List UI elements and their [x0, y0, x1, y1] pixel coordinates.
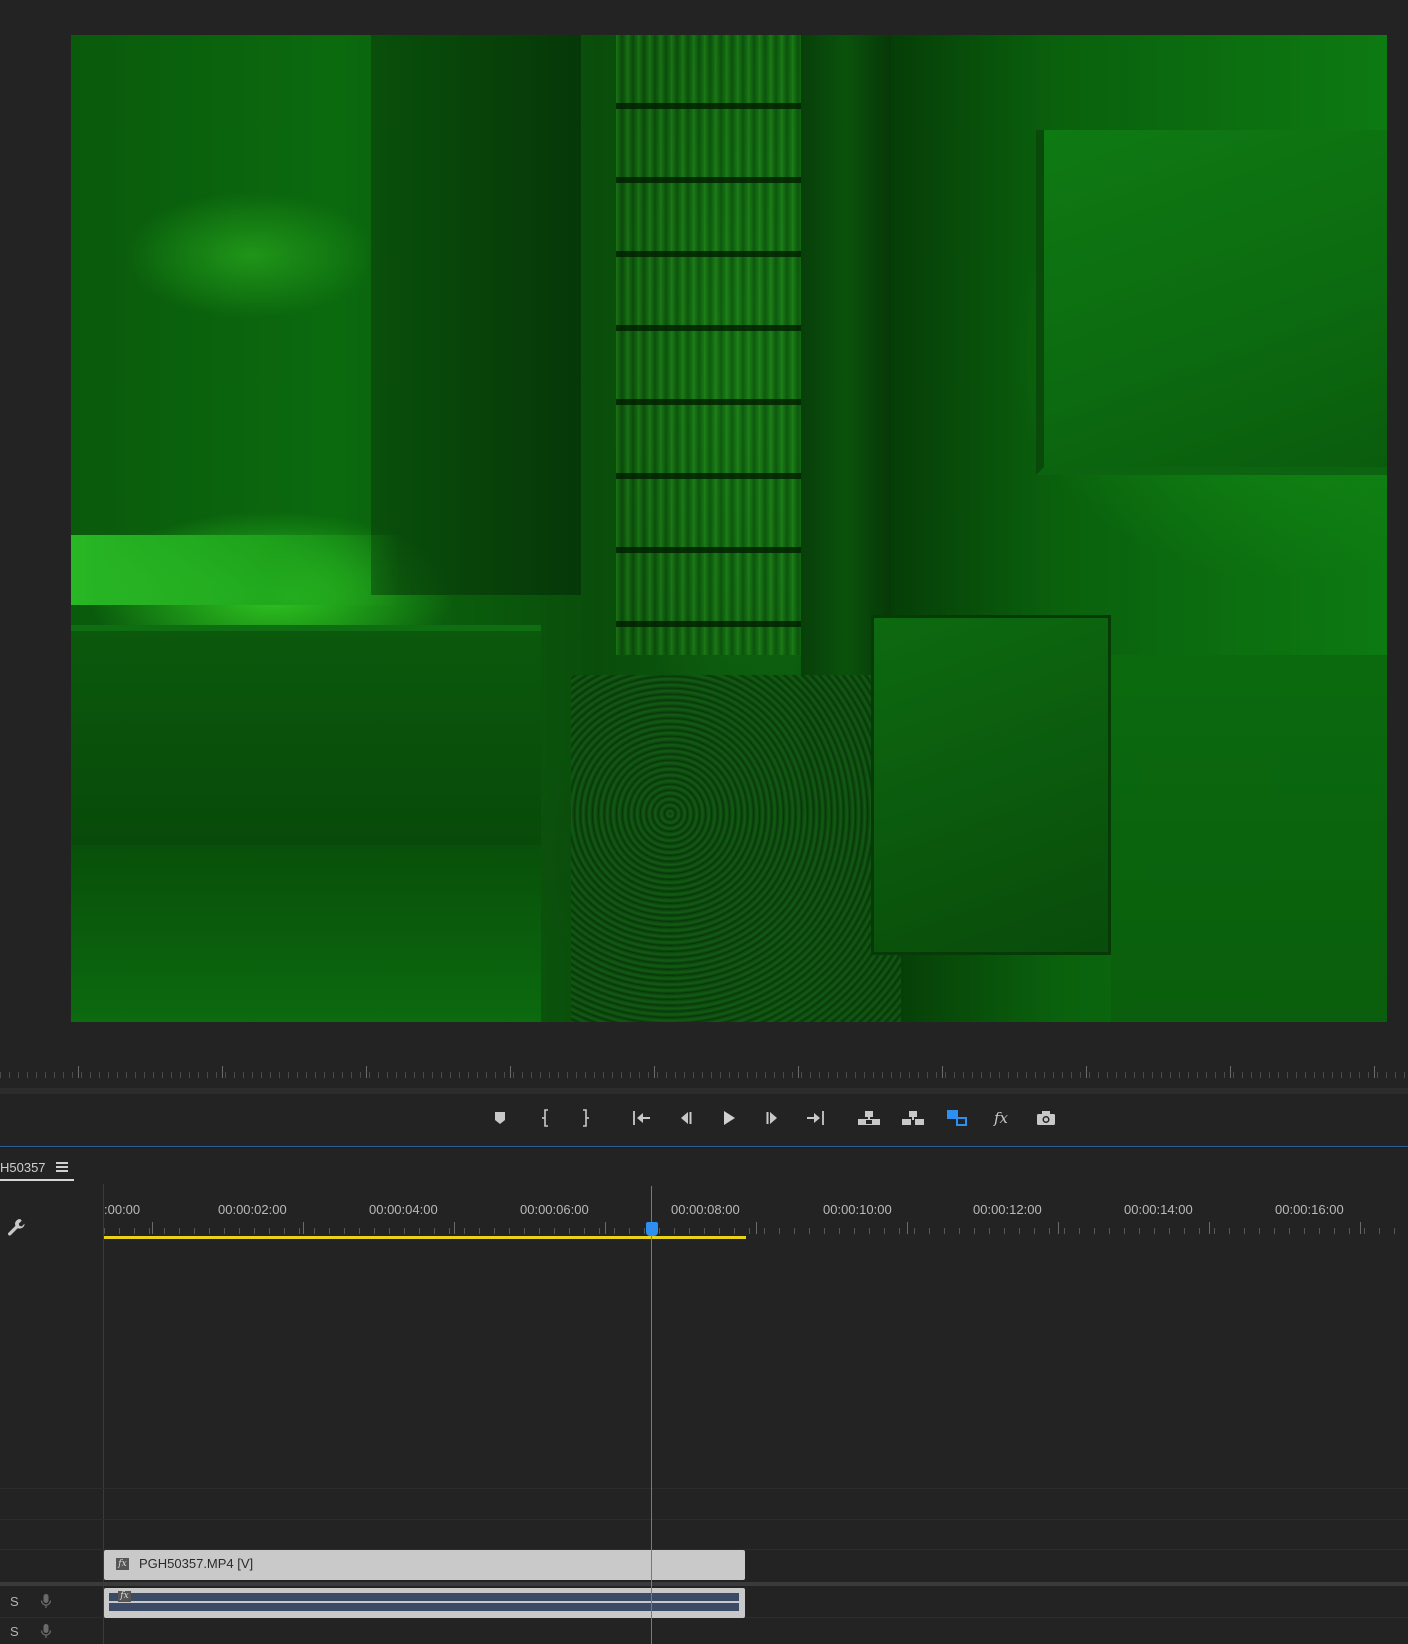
track-header-area	[0, 1184, 104, 1644]
track-divider	[0, 1488, 1408, 1489]
go-to-in-icon	[633, 1111, 650, 1125]
program-monitor	[0, 0, 1408, 1100]
video-audio-divider[interactable]	[0, 1582, 1408, 1586]
audio-clip[interactable]: fx	[104, 1588, 745, 1618]
transport-controls: fx	[0, 1096, 1408, 1140]
timecode-label: 00:00:12:00	[973, 1202, 1042, 1217]
video-clip[interactable]: fx PGH50357.MP4 [V]	[104, 1550, 745, 1580]
timeline-tab[interactable]: H50357	[0, 1155, 74, 1181]
clip-name: PGH50357.MP4 [V]	[139, 1556, 254, 1571]
video-content-floor	[571, 675, 901, 1022]
lift-button[interactable]	[852, 1096, 886, 1140]
microphone-icon[interactable]	[40, 1623, 52, 1639]
mark-in-button[interactable]	[529, 1096, 563, 1140]
step-forward-button[interactable]	[756, 1096, 790, 1140]
timecode-label: 00:00:16:00	[1275, 1202, 1344, 1217]
fx-toggle-button[interactable]: fx	[984, 1096, 1018, 1140]
monitor-time-ruler[interactable]	[0, 1066, 1408, 1078]
extract-button[interactable]	[896, 1096, 930, 1140]
mark-in-icon	[542, 1109, 548, 1127]
play-icon	[724, 1111, 735, 1125]
playhead-handle[interactable]	[646, 1222, 658, 1236]
mark-out-icon	[583, 1109, 589, 1127]
play-button[interactable]	[712, 1096, 746, 1140]
add-marker-button[interactable]	[483, 1096, 517, 1140]
work-area-bar[interactable]	[104, 1236, 746, 1239]
fx-icon: fx	[993, 1109, 1008, 1127]
video-content-lower-left	[71, 845, 541, 1022]
timecode-label: 00:00:10:00	[823, 1202, 892, 1217]
playhead-line	[651, 1186, 652, 1644]
fx-badge-icon: fx	[116, 1558, 129, 1570]
camera-icon	[1037, 1111, 1055, 1125]
go-to-in-button[interactable]	[625, 1096, 659, 1140]
timeline-ruler[interactable]	[104, 1222, 1408, 1234]
timecode-label: 00:00:02:00	[218, 1202, 287, 1217]
video-content-bookshelf	[616, 35, 801, 655]
video-content-lower-right	[1111, 655, 1387, 1022]
panel-menu-icon[interactable]	[55, 1162, 68, 1172]
go-to-out-button[interactable]	[798, 1096, 832, 1140]
solo-track-button[interactable]: S	[10, 1594, 19, 1609]
wrench-icon[interactable]	[6, 1217, 28, 1239]
go-to-out-icon	[807, 1111, 824, 1125]
video-content-wall	[371, 35, 581, 595]
microphone-icon[interactable]	[40, 1593, 52, 1609]
extract-icon	[902, 1111, 924, 1125]
mark-out-button[interactable]	[568, 1096, 602, 1140]
timecode-label: 00:00:14:00	[1124, 1202, 1193, 1217]
video-content-desk	[71, 625, 541, 845]
export-frame-button[interactable]	[1029, 1096, 1063, 1140]
video-preview-frame[interactable]	[71, 35, 1387, 1022]
timecode-label: :00:00	[104, 1202, 141, 1217]
video-content-cabinet	[871, 615, 1111, 955]
audio-waveform	[109, 1593, 739, 1613]
timecode-labels: :00:00 00:00:02:00 00:00:04:00 00:00:06:…	[104, 1202, 1408, 1218]
lift-icon	[858, 1111, 880, 1125]
video-content-window	[1036, 130, 1387, 475]
timecode-label: 00:00:06:00	[520, 1202, 589, 1217]
fx-badge-icon: fx	[118, 1591, 131, 1602]
video-content-highlight	[71, 535, 401, 605]
timecode-label: 00:00:08:00	[671, 1202, 740, 1217]
step-back-button[interactable]	[668, 1096, 702, 1140]
marker-icon	[495, 1112, 505, 1124]
timeline-tab-label: H50357	[0, 1159, 46, 1175]
monitor-divider	[0, 1088, 1408, 1094]
comparison-view-icon	[947, 1110, 967, 1126]
panel-separator	[0, 1146, 1408, 1148]
step-forward-icon	[766, 1112, 777, 1124]
step-back-icon	[681, 1112, 692, 1124]
solo-track-button[interactable]: S	[10, 1624, 19, 1639]
comparison-view-button[interactable]	[940, 1096, 974, 1140]
timecode-label: 00:00:04:00	[369, 1202, 438, 1217]
track-divider	[0, 1519, 1408, 1520]
